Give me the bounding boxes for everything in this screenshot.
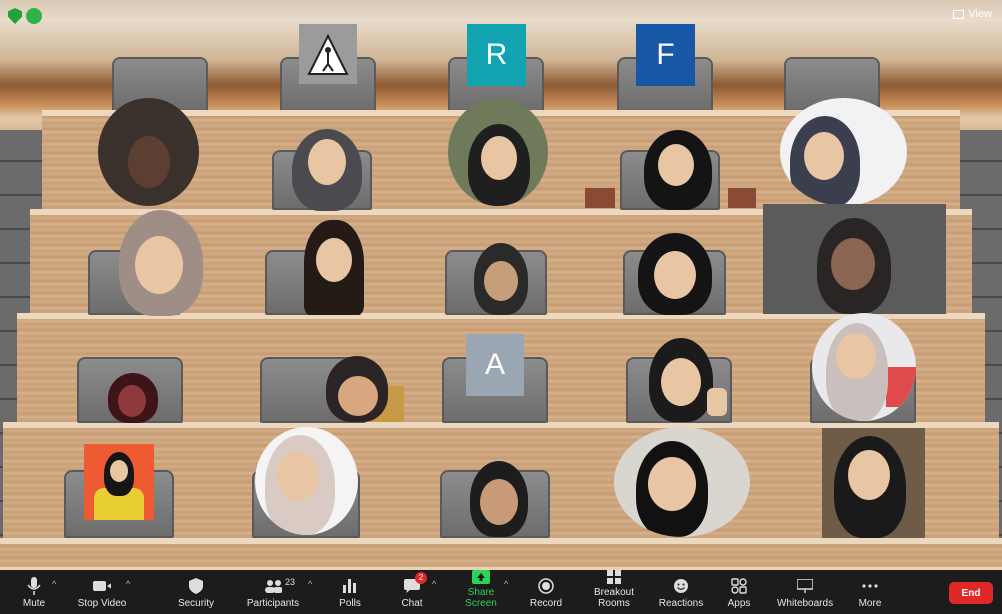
participant-avatar-f[interactable]: F [636, 24, 695, 86]
video-camera-icon [93, 577, 111, 595]
participant-video[interactable] [780, 98, 907, 206]
participants-people-icon [264, 577, 282, 595]
participant-video[interactable] [255, 427, 358, 535]
participant-avatar-r[interactable]: R [467, 24, 526, 86]
pedestrian-sign-icon [307, 33, 349, 75]
security-button[interactable]: Security [175, 570, 217, 614]
view-grid-icon [953, 9, 965, 19]
more-ellipsis-icon [861, 577, 879, 595]
reactions-button[interactable]: Reactions [658, 570, 704, 614]
mute-label: Mute [22, 598, 46, 609]
apps-icon [730, 577, 748, 595]
reactions-label: Reactions [658, 598, 704, 609]
meeting-info-icon[interactable] [26, 8, 42, 24]
mute-options-caret-icon[interactable]: ^ [52, 579, 56, 589]
participant-video[interactable] [466, 461, 532, 537]
participant-video[interactable] [105, 208, 213, 316]
record-label: Record [529, 598, 563, 609]
share-screen-button[interactable]: Share Screen ^ [452, 570, 510, 614]
apps-button[interactable]: Apps [726, 570, 752, 614]
breakout-rooms-grid-icon [605, 570, 623, 584]
polls-button[interactable]: Polls [335, 570, 365, 614]
more-label: More [858, 598, 882, 609]
participant-video[interactable] [98, 98, 199, 206]
participant-video[interactable] [812, 313, 916, 421]
stop-video-button[interactable]: Stop Video ^ [76, 570, 131, 614]
video-options-caret-icon[interactable]: ^ [126, 579, 130, 589]
background-object [585, 188, 615, 208]
chat-label: Chat [401, 598, 423, 609]
participant-avatar-a[interactable]: A [466, 334, 524, 396]
participant-video[interactable] [630, 128, 730, 210]
microphone-icon [25, 577, 43, 595]
participant-video[interactable] [632, 233, 718, 315]
participant-video[interactable] [470, 243, 532, 315]
whiteboards-button[interactable]: Whiteboards [776, 570, 834, 614]
mute-button[interactable]: Mute ^ [14, 570, 56, 614]
participant-video[interactable] [763, 204, 946, 314]
polls-label: Polls [339, 598, 361, 609]
reactions-smiley-icon [672, 577, 690, 595]
stop-video-label: Stop Video [77, 598, 127, 609]
share-screen-label: Share Screen [465, 587, 497, 609]
view-button[interactable]: View [953, 8, 992, 20]
immersive-view-stage: View R F A [0, 0, 1002, 570]
participant-video[interactable] [320, 356, 404, 422]
background-object [728, 188, 756, 208]
participants-button[interactable]: Participants 23 ^ [246, 570, 312, 614]
encryption-shield-icon[interactable] [8, 8, 22, 24]
participants-count: 23 [285, 577, 296, 587]
participant-video[interactable] [614, 427, 750, 537]
security-label: Security [177, 598, 215, 609]
more-button[interactable]: More [856, 570, 884, 614]
participants-options-caret-icon[interactable]: ^ [308, 579, 312, 589]
share-options-caret-icon[interactable]: ^ [504, 579, 508, 589]
share-screen-arrow-icon [472, 570, 490, 584]
participant-video[interactable] [448, 98, 548, 206]
participant-video[interactable] [106, 373, 160, 423]
participant-video[interactable] [270, 125, 385, 211]
participant-avatar-pedestrian[interactable] [299, 24, 357, 84]
breakout-rooms-button[interactable]: Breakout Rooms [580, 570, 648, 614]
polls-bar-chart-icon [341, 577, 359, 595]
chat-options-caret-icon[interactable]: ^ [432, 579, 436, 589]
record-button[interactable]: Record [530, 570, 562, 614]
whiteboards-label: Whiteboards [776, 598, 834, 609]
chat-unread-badge: 2 [415, 572, 427, 584]
row-tier-base [0, 538, 1002, 570]
view-label: View [968, 8, 992, 20]
record-icon [537, 577, 555, 595]
apps-label: Apps [727, 598, 751, 609]
security-shield-icon [187, 577, 205, 595]
participant-video[interactable] [296, 220, 376, 315]
end-meeting-button[interactable]: End [949, 582, 993, 604]
meeting-status-icons [8, 8, 42, 24]
whiteboard-icon [796, 577, 814, 595]
participant-video[interactable] [84, 444, 154, 520]
breakout-rooms-label: Breakout Rooms [593, 587, 635, 609]
participants-label: Participants [246, 598, 300, 609]
meeting-toolbar: Mute ^ Stop Video ^ Security Participant… [0, 570, 1002, 614]
chat-button[interactable]: 2 Chat ^ [398, 570, 436, 614]
participant-video[interactable] [822, 428, 925, 538]
participant-video[interactable] [645, 338, 733, 422]
